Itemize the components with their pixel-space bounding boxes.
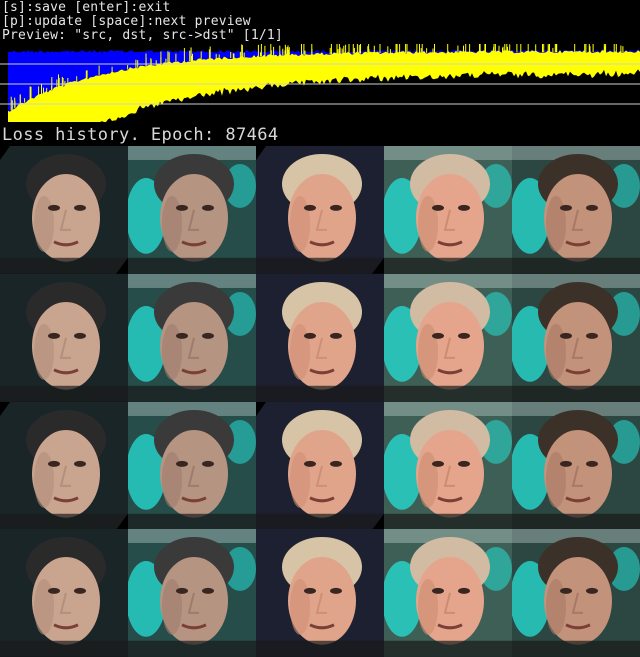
face-image — [256, 529, 384, 657]
face-image — [512, 273, 640, 402]
src-face-thumbnail — [0, 401, 128, 530]
dst-face-thumbnail — [256, 273, 384, 402]
face-image — [512, 401, 640, 530]
face-image — [384, 146, 512, 274]
key-help-header: [s]:save [enter]:exit [p]:update [space]… — [0, 0, 640, 44]
dst-reconstruction-thumbnail — [384, 146, 512, 274]
face-image — [256, 146, 384, 274]
src-face-thumbnail — [0, 146, 128, 274]
dst-face-thumbnail — [256, 146, 384, 274]
face-image — [256, 273, 384, 402]
loss-history-label-band: Loss history. Epoch: 87464 — [0, 124, 640, 146]
src-to-dst-swap-thumbnail — [512, 529, 640, 657]
src-face-thumbnail — [0, 529, 128, 657]
face-image — [128, 401, 256, 530]
loss-history-label: Loss history. Epoch: 87464 — [2, 125, 279, 145]
face-image — [512, 529, 640, 657]
dst-reconstruction-thumbnail — [384, 273, 512, 402]
face-image — [256, 401, 384, 530]
dst-face-thumbnail — [256, 401, 384, 530]
preview-grid — [0, 146, 640, 657]
loss-history-graph — [0, 44, 640, 124]
dst-reconstruction-thumbnail — [384, 401, 512, 530]
face-image — [384, 529, 512, 657]
face-image — [128, 529, 256, 657]
preview-title: Preview: "src, dst, src->dst" [1/1] — [2, 28, 283, 43]
src-face-thumbnail — [0, 273, 128, 402]
face-image — [128, 146, 256, 274]
face-image — [0, 273, 128, 402]
face-image — [512, 146, 640, 274]
face-image — [384, 273, 512, 402]
src-to-dst-swap-thumbnail — [512, 146, 640, 274]
loss-history-plot — [0, 44, 640, 123]
src-reconstruction-thumbnail — [128, 401, 256, 530]
face-image — [128, 273, 256, 402]
src-to-dst-swap-thumbnail — [512, 273, 640, 402]
dst-reconstruction-thumbnail — [384, 529, 512, 657]
src-reconstruction-thumbnail — [128, 146, 256, 274]
dst-face-thumbnail — [256, 529, 384, 657]
face-image — [0, 529, 128, 657]
src-reconstruction-thumbnail — [128, 529, 256, 657]
face-image — [0, 401, 128, 530]
src-reconstruction-thumbnail — [128, 273, 256, 402]
face-image — [0, 146, 128, 274]
face-image — [384, 401, 512, 530]
src-to-dst-swap-thumbnail — [512, 401, 640, 530]
